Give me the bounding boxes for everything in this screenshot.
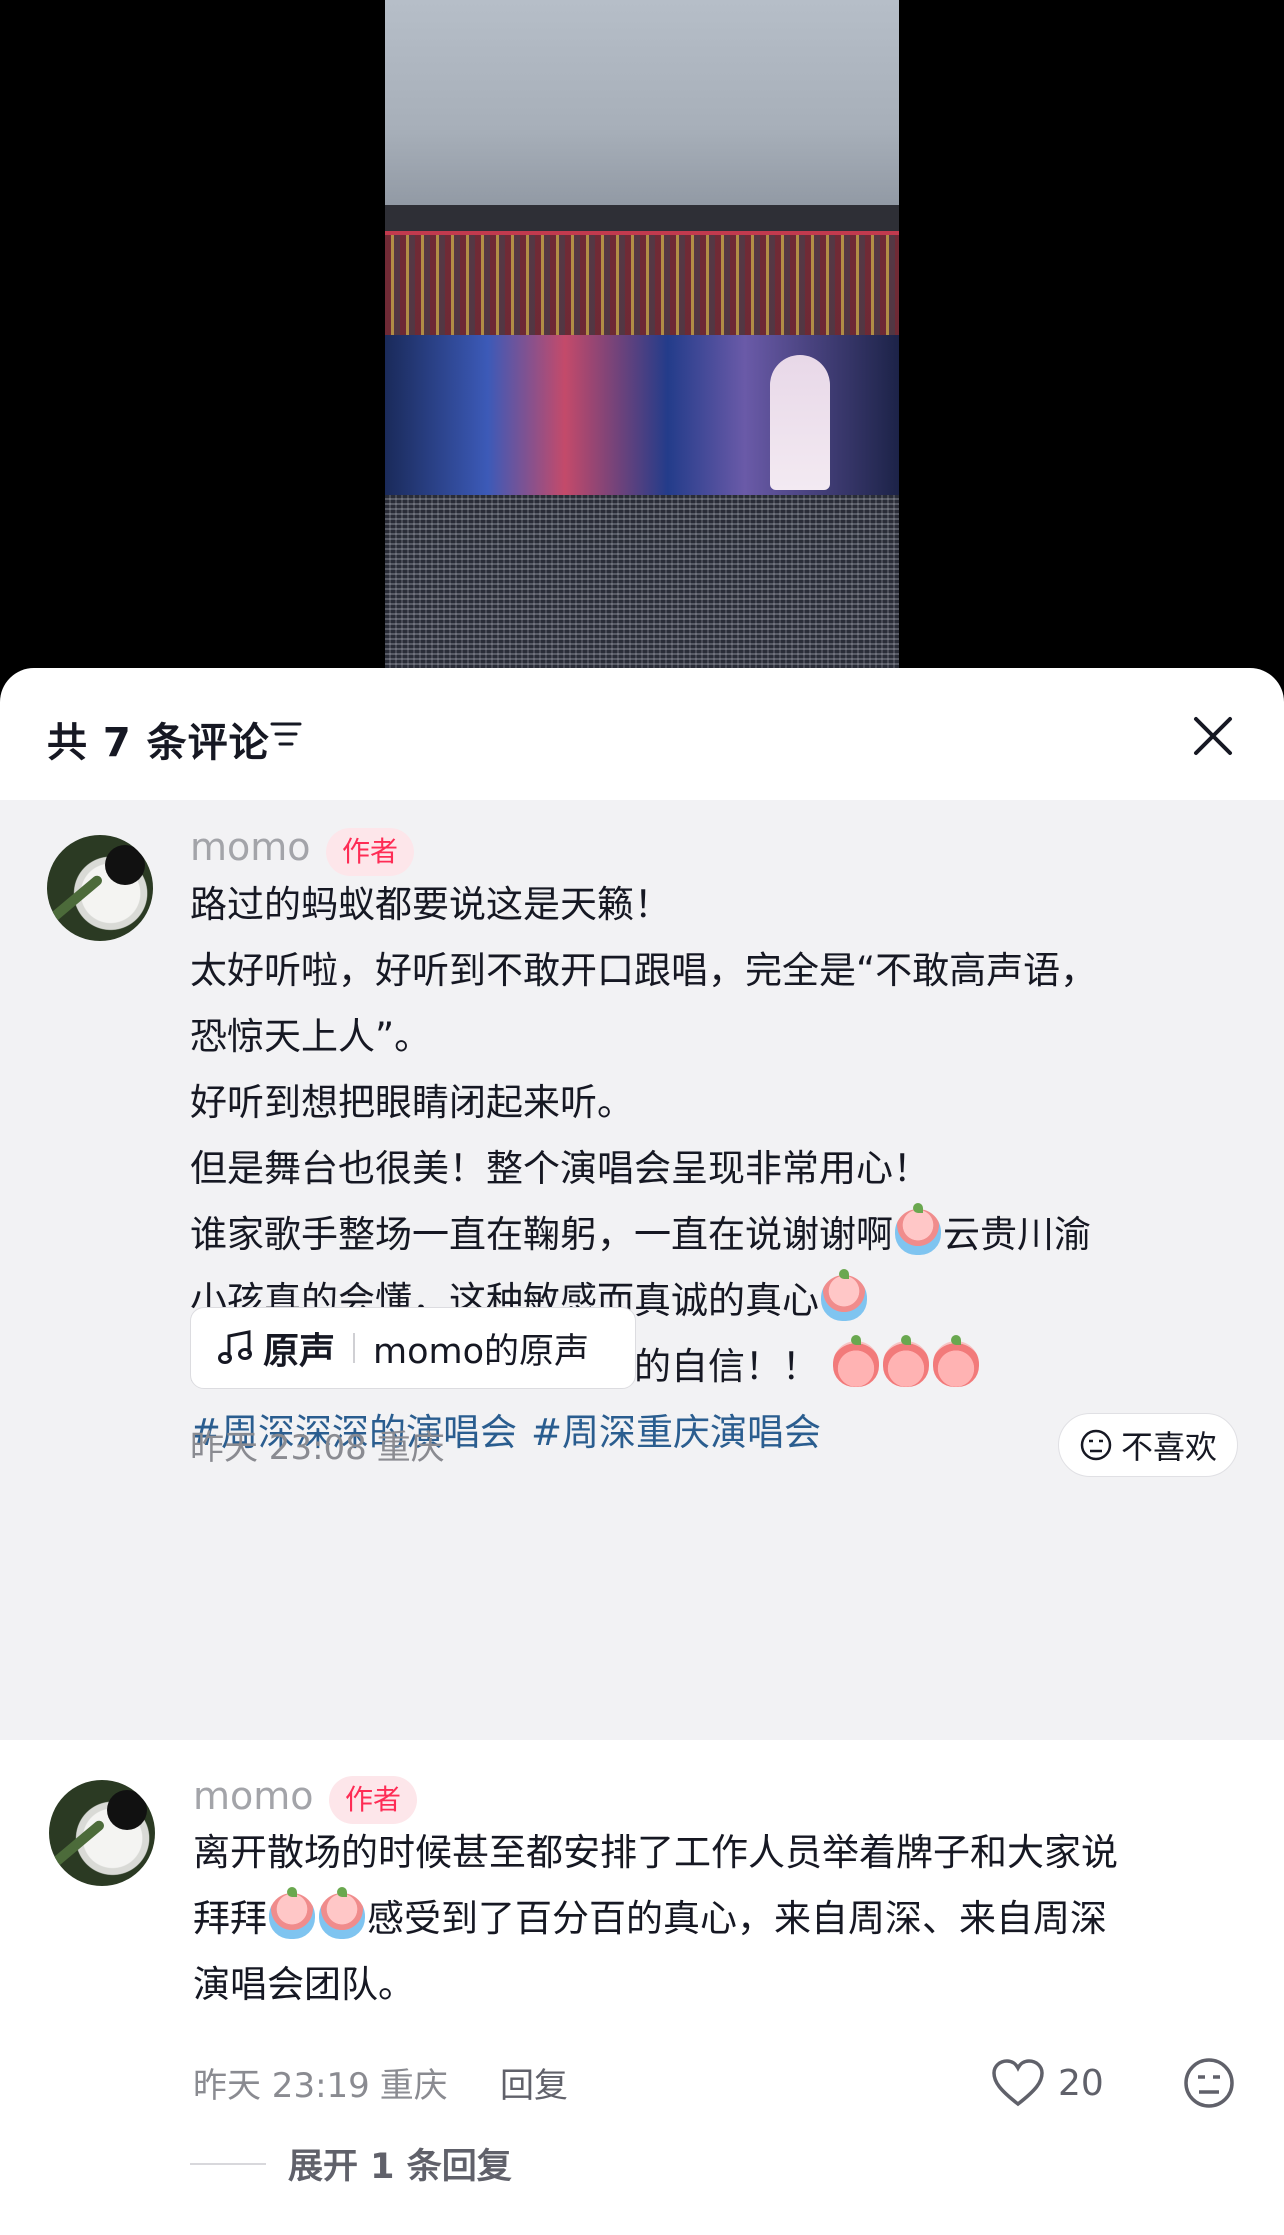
comment-text: 离开散场的时候甚至都安排了工作人员举着牌子和大家说 拜拜 感受到了百分百的真心，来… <box>193 1820 1253 2018</box>
angry-peach-emoji-icon <box>832 1335 879 1387</box>
comment-meta: 昨天 23:08 重庆 <box>190 1420 445 1469</box>
comment-count-title: 共 7 条评论 <box>47 720 270 766</box>
comment-item[interactable]: momo 作者 路过的蚂蚁都要说这是天籁！ 太好听啦，好听到不敢开口跟唱，完全是… <box>0 800 1284 1740</box>
comment-time: 昨天 23:19 <box>193 2066 370 2106</box>
comment-line: 拜拜 <box>193 1897 267 1940</box>
unhappy-face-icon <box>1080 1429 1112 1461</box>
like-count: 20 <box>1058 2062 1104 2104</box>
sound-tag: 原声 <box>263 1331 336 1372</box>
concert-video-frame <box>385 0 899 668</box>
comment-line: 云贵川渝 <box>943 1213 1091 1256</box>
music-note-icon <box>218 1330 252 1364</box>
unhappy-face-icon[interactable] <box>1182 2056 1236 2110</box>
comment-line: 演唱会团队。 <box>193 1963 415 2006</box>
comment-username[interactable]: momo <box>190 825 311 869</box>
crying-peach-emoji-icon <box>269 1887 315 1939</box>
angry-peach-emoji-icon <box>882 1335 929 1387</box>
author-badge: 作者 <box>329 1776 418 1824</box>
comment-line: 但是舞台也很美！整个演唱会呈现非常用心！ <box>190 1147 930 1190</box>
angry-peach-emoji-icon <box>932 1335 979 1387</box>
video-player[interactable] <box>0 0 1284 690</box>
comment-line: 路过的蚂蚁都要说这是天籁！ <box>190 883 671 926</box>
dislike-label: 不喜欢 <box>1120 1428 1217 1466</box>
expand-replies-label: 展开 1 条回复 <box>288 2147 512 2187</box>
comment-meta: 昨天 23:19 重庆 <box>193 2058 448 2107</box>
filter-lines-icon[interactable] <box>270 720 302 748</box>
comment-line: 谁家歌手整场一直在鞠躬，一直在说谢谢啊 <box>190 1213 893 1256</box>
comment-line: 感受到了百分百的真心，来自周深、来自周深 <box>367 1897 1107 1940</box>
comment-location: 重庆 <box>379 2066 448 2106</box>
crying-peach-emoji-icon <box>895 1203 941 1255</box>
comment-line: 太好听啦，好听到不敢开口跟唱，完全是“不敢高声语， <box>190 949 1098 992</box>
author-badge: 作者 <box>326 828 415 876</box>
original-sound-chip[interactable]: 原声 momo的原声 <box>190 1307 636 1389</box>
like-button[interactable]: 20 <box>990 2058 1104 2108</box>
comment-line: 好听到想把眼睛闭起来听。 <box>190 1081 634 1124</box>
crying-peach-emoji-icon <box>821 1269 867 1321</box>
reply-button[interactable]: 回复 <box>500 2058 568 2107</box>
comment-username[interactable]: momo <box>193 1774 314 1818</box>
comment-line: 离开散场的时候甚至都安排了工作人员举着牌子和大家说 <box>193 1831 1118 1874</box>
sound-name: momo的原声 <box>373 1331 590 1372</box>
hashtag-link[interactable]: #周深重庆演唱会 <box>531 1411 821 1454</box>
expand-replies-button[interactable]: 展开 1 条回复 <box>190 2138 512 2189</box>
close-icon[interactable] <box>1190 713 1236 759</box>
divider <box>353 1333 356 1363</box>
comment-sheet: 共 7 条评论 momo 作者 路过的蚂蚁都要说这是天籁！ 太好听啦，好听到不敢… <box>0 668 1284 2235</box>
comment-time: 昨天 23:08 <box>190 1428 367 1468</box>
dislike-button[interactable]: 不喜欢 <box>1058 1413 1238 1477</box>
sheet-header: 共 7 条评论 <box>0 668 1284 800</box>
avatar[interactable] <box>47 835 153 941</box>
heart-icon <box>992 2059 1044 2107</box>
comment-line: 恐惊天上人”。 <box>190 1015 432 1058</box>
comment-location: 重庆 <box>376 1428 445 1468</box>
avatar[interactable] <box>49 1780 155 1886</box>
comment-item[interactable]: momo 作者 离开散场的时候甚至都安排了工作人员举着牌子和大家说 拜拜 感受到了… <box>0 1758 1284 2228</box>
divider <box>190 2162 266 2165</box>
crying-peach-emoji-icon <box>319 1887 365 1939</box>
